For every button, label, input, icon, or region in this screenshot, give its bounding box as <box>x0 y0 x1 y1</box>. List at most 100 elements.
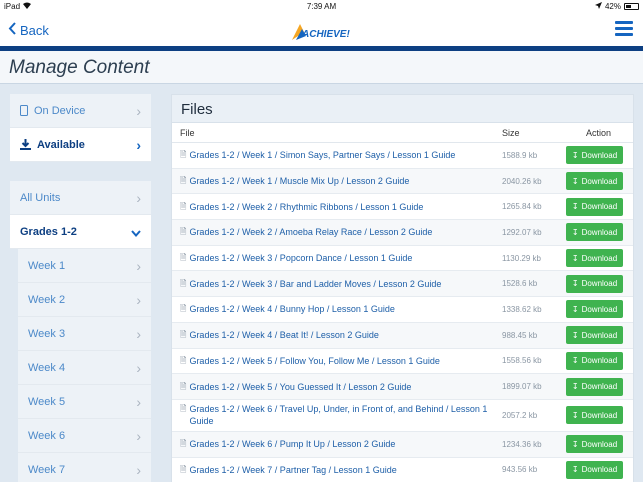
sidebar-item-week-1[interactable]: Week 1 › <box>18 249 151 283</box>
table-row: 🗎 Grades 1-2 / Week 2 / Amoeba Relay Race… <box>172 220 633 246</box>
chevron-down-icon <box>131 224 141 240</box>
chevron-right-icon: › <box>136 359 141 376</box>
file-name[interactable]: 🗎 Grades 1-2 / Week 3 / Popcorn Dance / L… <box>180 252 490 264</box>
download-label: Download <box>581 410 618 420</box>
sidebar-item-label: Week 6 <box>28 429 66 442</box>
document-icon: 🗎 <box>180 330 187 340</box>
file-path[interactable]: Grades 1-2 / Week 6 / Travel Up, Under, … <box>189 403 490 427</box>
file-path[interactable]: Grades 1-2 / Week 7 / Partner Tag / Less… <box>189 464 396 476</box>
file-path[interactable]: Grades 1-2 / Week 2 / Amoeba Relay Race … <box>189 226 432 238</box>
file-name[interactable]: 🗎 Grades 1-2 / Week 7 / Partner Tag / Les… <box>180 464 490 476</box>
table-row: 🗎 Grades 1-2 / Week 3 / Bar and Ladder Mo… <box>172 271 633 298</box>
download-button[interactable]: ↧ Download <box>566 172 623 191</box>
download-button[interactable]: ↧ Download <box>566 249 623 268</box>
status-time: 7:39 AM <box>306 2 337 11</box>
sidebar-item-week-2[interactable]: Week 2 › <box>18 283 151 317</box>
file-size: 943.56 kb <box>502 465 538 475</box>
document-icon: 🗎 <box>180 404 187 414</box>
status-bar: iPad 7:39 AM 42% <box>0 0 643 13</box>
document-icon: 🗎 <box>180 464 187 474</box>
file-path[interactable]: Grades 1-2 / Week 2 / Rhythmic Ribbons /… <box>189 201 423 213</box>
file-path[interactable]: Grades 1-2 / Week 3 / Popcorn Dance / Le… <box>189 252 412 264</box>
battery-icon <box>624 3 639 10</box>
files-column-headers: File Size Action <box>172 123 633 143</box>
sidebar-item-week-6[interactable]: Week 6 › <box>18 419 151 453</box>
file-path[interactable]: Grades 1-2 / Week 5 / Follow You, Follow… <box>189 355 439 367</box>
download-button[interactable]: ↧ Download <box>566 223 623 242</box>
file-name[interactable]: 🗎 Grades 1-2 / Week 5 / You Guessed It / … <box>180 381 490 393</box>
chevron-right-icon: › <box>136 393 141 410</box>
download-button[interactable]: ↧ Download <box>566 197 623 216</box>
file-name[interactable]: 🗎 Grades 1-2 / Week 6 / Travel Up, Under,… <box>180 403 490 427</box>
sidebar-item-available[interactable]: Available › <box>10 128 151 162</box>
table-row: 🗎 Grades 1-2 / Week 5 / Follow You, Follo… <box>172 349 633 375</box>
sidebar-item-week-4[interactable]: Week 4 › <box>18 351 151 385</box>
download-icon: ↧ <box>571 253 579 263</box>
sidebar-item-grades-1-2[interactable]: Grades 1-2 <box>10 215 151 249</box>
sidebar-item-week-7[interactable]: Week 7 › <box>18 453 151 482</box>
document-icon: 🗎 <box>180 176 187 186</box>
document-icon: 🗎 <box>180 439 187 449</box>
download-button[interactable]: ↧ Download <box>566 326 623 345</box>
file-name[interactable]: 🗎 Grades 1-2 / Week 3 / Bar and Ladder Mo… <box>180 278 490 290</box>
download-label: Download <box>581 304 618 314</box>
file-name[interactable]: 🗎 Grades 1-2 / Week 6 / Pump It Up / Less… <box>180 438 490 450</box>
file-name[interactable]: 🗎 Grades 1-2 / Week 2 / Amoeba Relay Race… <box>180 226 490 238</box>
download-label: Download <box>581 253 618 263</box>
file-size: 1292.07 kb <box>502 227 542 237</box>
table-row: 🗎 Grades 1-2 / Week 1 / Simon Says, Partn… <box>172 143 633 169</box>
chevron-right-icon: › <box>136 461 141 478</box>
file-size: 1558.56 kb <box>502 356 542 366</box>
file-name[interactable]: 🗎 Grades 1-2 / Week 5 / Follow You, Follo… <box>180 355 490 367</box>
hamburger-menu-icon[interactable] <box>615 21 633 37</box>
sidebar-item-label: On Device <box>34 104 86 117</box>
download-icon: ↧ <box>571 439 579 449</box>
logo-text: ACHIEVE! <box>301 29 350 40</box>
document-icon: 🗎 <box>180 355 187 365</box>
download-label: Download <box>581 202 618 212</box>
table-row: 🗎 Grades 1-2 / Week 6 / Travel Up, Under,… <box>172 400 633 432</box>
file-path[interactable]: Grades 1-2 / Week 5 / You Guessed It / L… <box>189 381 411 393</box>
sidebar-item-all-units[interactable]: All Units › <box>10 181 151 215</box>
file-path[interactable]: Grades 1-2 / Week 4 / Beat It! / Lesson … <box>189 329 378 341</box>
sidebar-item-label: Week 4 <box>28 361 66 374</box>
file-path[interactable]: Grades 1-2 / Week 6 / Pump It Up / Lesso… <box>189 438 395 450</box>
download-button[interactable]: ↧ Download <box>566 351 623 370</box>
download-icon: ↧ <box>571 227 579 237</box>
document-icon: 🗎 <box>180 227 187 237</box>
title-bar: Manage Content <box>0 51 643 84</box>
file-name[interactable]: 🗎 Grades 1-2 / Week 2 / Rhythmic Ribbons … <box>180 201 490 213</box>
file-size: 988.45 kb <box>502 330 538 340</box>
sidebar-item-label: Week 2 <box>28 293 66 306</box>
table-row: 🗎 Grades 1-2 / Week 7 / Partner Tag / Les… <box>172 458 633 482</box>
table-row: 🗎 Grades 1-2 / Week 1 / Muscle Mix Up / L… <box>172 168 633 195</box>
chevron-left-icon <box>8 22 16 38</box>
download-label: Download <box>581 356 618 366</box>
download-button[interactable]: ↧ Download <box>566 377 623 396</box>
file-path[interactable]: Grades 1-2 / Week 1 / Muscle Mix Up / Le… <box>189 175 409 187</box>
file-path[interactable]: Grades 1-2 / Week 4 / Bunny Hop / Lesson… <box>189 303 394 315</box>
file-name[interactable]: 🗎 Grades 1-2 / Week 4 / Beat It! / Lesson… <box>180 329 490 341</box>
sidebar-item-week-3[interactable]: Week 3 › <box>18 317 151 351</box>
sidebar-item-week-5[interactable]: Week 5 › <box>18 385 151 419</box>
download-button[interactable]: ↧ Download <box>566 146 623 165</box>
file-name[interactable]: 🗎 Grades 1-2 / Week 1 / Muscle Mix Up / L… <box>180 175 490 187</box>
file-size: 1338.62 kb <box>502 304 542 314</box>
download-button[interactable]: ↧ Download <box>566 300 623 319</box>
file-size: 2057.2 kb <box>502 410 538 420</box>
file-name[interactable]: 🗎 Grades 1-2 / Week 1 / Simon Says, Partn… <box>180 149 490 161</box>
file-path[interactable]: Grades 1-2 / Week 1 / Simon Says, Partne… <box>189 149 455 161</box>
download-button[interactable]: ↧ Download <box>566 274 623 293</box>
achieve-logo: ACHIEVE! <box>290 20 354 42</box>
file-size: 1130.29 kb <box>502 253 541 263</box>
file-name[interactable]: 🗎 Grades 1-2 / Week 4 / Bunny Hop / Lesso… <box>180 303 490 315</box>
download-label: Download <box>581 465 618 475</box>
download-button[interactable]: ↧ Download <box>566 406 623 425</box>
sidebar-item-on-device[interactable]: On Device › <box>10 94 151 128</box>
file-path[interactable]: Grades 1-2 / Week 3 / Bar and Ladder Mov… <box>189 278 441 290</box>
back-button[interactable]: Back <box>8 22 49 38</box>
download-button[interactable]: ↧ Download <box>566 460 623 479</box>
download-button[interactable]: ↧ Download <box>566 435 623 454</box>
sidebar-item-label: All Units <box>20 191 61 204</box>
download-label: Download <box>581 382 618 392</box>
